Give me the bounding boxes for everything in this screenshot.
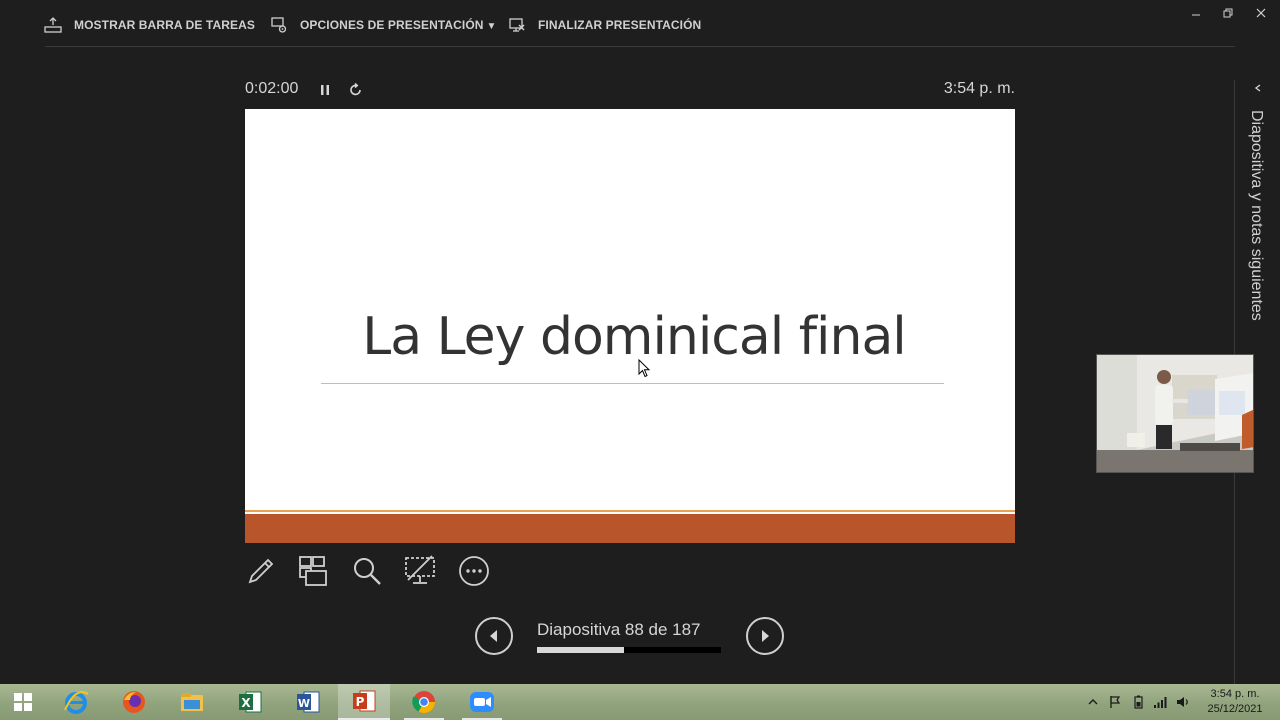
svg-text:W: W [298,697,310,710]
pen-icon [248,558,274,584]
more-icon [459,556,489,586]
firefox-icon [123,691,145,713]
word-icon: W [297,691,320,713]
svg-text:X: X [241,696,251,710]
slide-counter: Diapositiva 88 de 187 [537,620,701,639]
display-settings-icon [271,17,287,33]
restore-icon [1223,8,1233,18]
webcam-image [1097,355,1253,472]
taskbar-clock[interactable]: 3:54 p. m. 25/12/2021 [1200,687,1270,717]
tray-volume[interactable] [1175,684,1191,720]
show-hidden-icons-button[interactable] [1086,684,1100,720]
chevron-up-icon [1088,699,1098,705]
presentation-options-label: OPCIONES DE PRESENTACIÓN ▼ [300,18,497,32]
current-slide[interactable]: La Ley dominical final [245,109,1015,543]
screen-off-icon [405,555,435,584]
dropdown-caret-icon: ▼ [486,21,497,32]
collapse-panel-button[interactable] [1251,81,1265,95]
taskbar-icon [44,17,62,33]
slide-accent-line [245,510,1015,512]
pause-icon [321,85,329,95]
file-explorer-icon [181,693,203,711]
slide-progress-bar [537,647,721,653]
taskbar-app-internet-explorer[interactable] [50,684,102,720]
windows-start-icon [14,693,32,711]
show-taskbar-button[interactable]: MOSTRAR BARRA DE TAREAS [44,16,255,34]
see-all-slides-button[interactable] [296,554,330,588]
timer-row: 0:02:00 3:54 p. m. [245,78,1015,102]
zoom-icon [470,692,494,712]
speaker-icon [1177,697,1188,707]
taskbar-app-zoom[interactable] [456,684,508,720]
toolbar-divider [45,46,1235,47]
windows-taskbar: X W P 3:54 p. m. 25/12/2021 [0,684,1280,720]
mouse-pointer-icon [638,359,651,378]
minimize-button[interactable] [1185,5,1207,21]
end-show-icon [509,18,525,32]
minimize-icon [1192,14,1200,16]
taskbar-app-chrome[interactable] [398,684,450,720]
next-slide-button[interactable] [746,617,784,655]
elapsed-timer: 0:02:00 [245,80,299,97]
chrome-icon [412,691,435,713]
black-screen-button[interactable] [403,554,437,588]
restart-timer-button[interactable] [347,81,365,99]
restart-icon [350,82,361,96]
flag-icon [1110,696,1121,708]
slide-title-underline [321,383,944,384]
taskbar-app-powerpoint[interactable]: P [338,684,390,720]
taskbar-app-word[interactable]: W [282,684,334,720]
taskbar-time: 3:54 p. m. [1210,688,1260,700]
taskbar-app-firefox[interactable] [108,684,160,720]
chevron-left-icon [1254,84,1261,92]
tray-battery[interactable] [1130,684,1146,720]
presentation-options-button[interactable]: OPCIONES DE PRESENTACIÓN ▼ [270,16,497,34]
signal-bars-icon [1154,697,1167,708]
start-button[interactable] [0,684,46,720]
tray-network[interactable] [1152,684,1168,720]
end-presentation-label: FINALIZAR PRESENTACIÓN [538,18,702,32]
slide-accent-band [245,514,1015,543]
battery-icon [1134,695,1143,709]
slide-progress-fill [537,647,624,653]
pause-timer-button[interactable] [317,81,333,99]
powerpoint-icon: P [353,690,376,712]
tray-action-center-flag[interactable] [1107,684,1123,720]
end-presentation-button[interactable]: FINALIZAR PRESENTACIÓN [508,16,701,34]
play-left-icon [490,630,497,642]
more-options-button[interactable] [457,554,491,588]
presenter-toolbar: MOSTRAR BARRA DE TAREAS OPCIONES DE PRES… [0,0,1280,48]
restore-button[interactable] [1217,5,1239,21]
excel-icon: X [239,691,262,713]
close-icon [1256,8,1266,18]
internet-explorer-icon [64,691,89,714]
webcam-video-thumbnail [1096,354,1254,473]
close-button[interactable] [1250,5,1272,21]
taskbar-app-file-explorer[interactable] [166,684,218,720]
taskbar-app-excel[interactable]: X [224,684,276,720]
magnifier-icon [354,558,381,585]
show-taskbar-label: MOSTRAR BARRA DE TAREAS [74,18,255,32]
slides-grid-icon [299,556,327,586]
slide-title: La Ley dominical final [362,307,907,367]
svg-text:P: P [356,695,365,709]
pen-tool-button[interactable] [244,554,278,588]
zoom-slide-button[interactable] [350,554,384,588]
play-right-icon [762,630,769,642]
next-slide-notes-panel-label: Diapositiva y notas siguientes [1248,110,1265,321]
previous-slide-button[interactable] [475,617,513,655]
current-time: 3:54 p. m. [943,80,1015,97]
taskbar-date: 25/12/2021 [1207,703,1263,715]
